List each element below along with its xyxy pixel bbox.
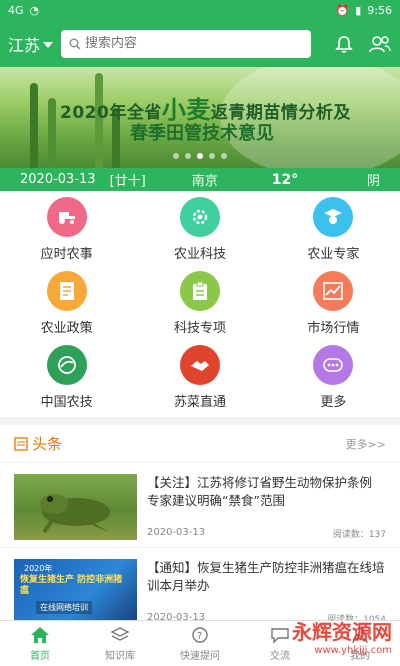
- search-icon: [69, 38, 81, 49]
- banner-subheadline: 春季田管技术意见: [130, 123, 274, 144]
- search-box[interactable]: [61, 29, 312, 58]
- wifi-icon: ◔: [29, 3, 40, 17]
- carousel-dots: [0, 153, 400, 159]
- news-headline: 【通知】恢复生猪生产防控非洲猪瘟在线培训本月举办: [147, 560, 385, 593]
- feature-tech-project[interactable]: 科技专项: [133, 269, 266, 337]
- weather-city: 南京: [191, 174, 218, 189]
- banner-carousel[interactable]: 2020年全省小麦返青期苗情分析及 春季田管技术意见: [0, 67, 400, 168]
- section-title: 头条: [32, 435, 63, 453]
- carousel-dot-active[interactable]: [197, 153, 203, 159]
- tab-label: 首页: [30, 651, 50, 662]
- chart-icon: [313, 270, 354, 311]
- tab-label: 交流: [270, 651, 290, 662]
- users-icon[interactable]: [368, 34, 392, 54]
- feature-label: 市场行情: [307, 320, 360, 336]
- carousel-dot[interactable]: [221, 153, 227, 159]
- feature-agri-tech[interactable]: 农业科技: [133, 195, 266, 263]
- news-list-icon: [14, 436, 28, 451]
- status-bar: 4G ◔ ⏰ ▮ 9:56: [0, 0, 400, 20]
- feature-china-agritech[interactable]: 中国农技: [0, 343, 133, 411]
- feature-label: 农业科技: [173, 246, 226, 262]
- poster-title: 恢复生猪生产 防控非洲猪瘟: [20, 575, 123, 596]
- weather-condition: 阴: [366, 174, 380, 189]
- bell-icon[interactable]: [334, 34, 354, 54]
- handshake-icon: [179, 344, 220, 385]
- tractor-icon: [46, 196, 87, 237]
- feature-label: 更多: [320, 394, 347, 410]
- gear-icon: [179, 196, 220, 237]
- question-icon: ?: [192, 627, 208, 643]
- battery-icon: ▮: [355, 3, 362, 17]
- tab-profile[interactable]: 我的: [320, 621, 400, 666]
- status-time: 9:56: [367, 3, 392, 17]
- carousel-dot[interactable]: [185, 153, 191, 159]
- home-icon: [31, 627, 49, 643]
- tab-exchange[interactable]: 交流: [240, 621, 320, 666]
- globe-icon: [46, 344, 87, 385]
- weather-temp: 12°: [271, 171, 299, 188]
- app-screen: 4G ◔ ⏰ ▮ 9:56 江苏 搜索内容 2020年全省小麦返青期苗情分析及 …: [0, 0, 400, 666]
- tab-quick-ask[interactable]: ? 快速提问: [160, 621, 240, 666]
- more-link[interactable]: 更多>>: [346, 436, 386, 452]
- training-poster-image: 2020年 恢复生猪生产 防控非洲猪瘟 在线网络培训: [14, 559, 137, 625]
- feature-label: 科技专项: [173, 320, 226, 336]
- document-icon: [46, 270, 87, 311]
- poster-subtitle: 在线网络培训: [36, 601, 92, 614]
- news-item[interactable]: 【关注】江苏将修订省野生动物保护条例 专家建议明确“禁食”范围 2020-03-…: [0, 463, 400, 548]
- chat-icon: [271, 628, 289, 644]
- svg-text:?: ?: [197, 631, 202, 642]
- weather-date: 2020-03-13: [20, 172, 96, 187]
- feature-market-prices[interactable]: 市场行情: [267, 269, 400, 337]
- feature-agri-policy[interactable]: 农业政策: [0, 269, 133, 337]
- feature-agri-expert[interactable]: 农业专家: [267, 195, 400, 263]
- tab-label: 知识库: [105, 651, 135, 662]
- news-headline: 【关注】江苏将修订省野生动物保护条例 专家建议明确“禁食”范围: [147, 475, 373, 508]
- top-header: 江苏: [0, 20, 400, 67]
- network-label: 4G: [8, 3, 24, 17]
- city-selector[interactable]: 江苏: [8, 32, 54, 56]
- feature-label: 农业专家: [307, 246, 360, 262]
- feature-grid: 应时农事 农业科技 农业专家 农业政策 科技专项 市场行情 中国农技 苏菜直通 …: [0, 191, 400, 417]
- frog-image: [14, 474, 137, 540]
- news-read-count: 阅读数：137: [332, 530, 386, 540]
- carousel-dot[interactable]: [209, 153, 215, 159]
- tab-label: 我的: [350, 651, 370, 662]
- search-input[interactable]: [85, 36, 286, 51]
- expert-icon: [313, 196, 354, 237]
- news-date: 2020-03-13: [147, 527, 206, 538]
- chevron-down-icon: [43, 41, 54, 48]
- feature-label: 苏菜直通: [173, 394, 226, 410]
- tab-label: 快速提问: [180, 651, 220, 662]
- bottom-tab-bar: 首页 知识库 ? 快速提问 交流 我的: [0, 620, 400, 666]
- alarm-icon: ⏰: [335, 3, 350, 17]
- person-icon: [352, 627, 368, 644]
- more-icon: [313, 344, 354, 385]
- feature-label: 农业政策: [40, 320, 93, 336]
- tab-home[interactable]: 首页: [0, 621, 80, 666]
- tab-knowledge[interactable]: 知识库: [80, 621, 160, 666]
- clipboard-icon: [179, 270, 220, 311]
- feature-more[interactable]: 更多: [267, 343, 400, 411]
- carousel-dot[interactable]: [173, 153, 179, 159]
- feature-jiangsu-vegetables[interactable]: 苏菜直通: [133, 343, 266, 411]
- layers-icon: [110, 627, 130, 641]
- weather-strip: 2020-03-13 [廿十] 南京 12° 阴: [0, 168, 400, 191]
- weather-lunar: [廿十]: [109, 174, 146, 189]
- feature-seasonal-farming[interactable]: 应时农事: [0, 195, 133, 263]
- feature-label: 应时农事: [40, 246, 93, 262]
- headline-section-header: 头条 更多>>: [0, 425, 400, 463]
- poster-year: 2020年: [24, 564, 53, 573]
- feature-label: 中国农技: [40, 394, 93, 410]
- city-label: 江苏: [8, 35, 41, 55]
